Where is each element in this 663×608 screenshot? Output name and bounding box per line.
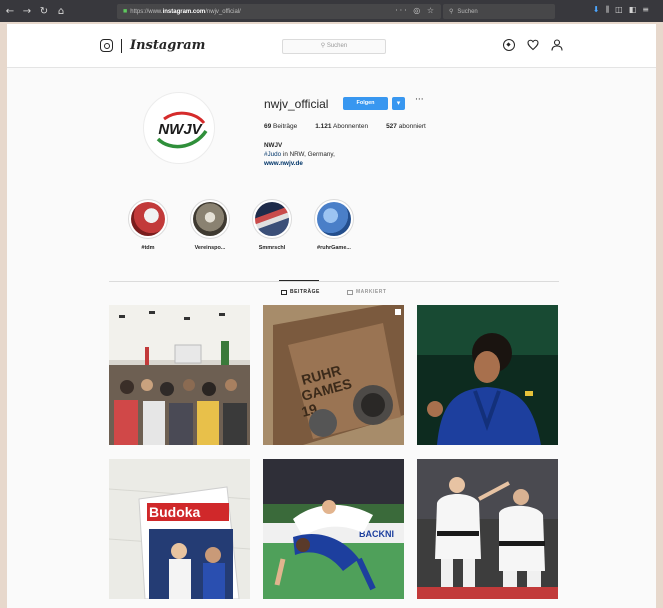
download-icon[interactable]: ⬇	[593, 5, 606, 14]
bio-hashtag[interactable]: #Judo	[264, 151, 281, 158]
search-icon: ⚲	[449, 9, 454, 15]
tab-label: BEITRÄGE	[290, 289, 320, 295]
post-judo-fighters[interactable]	[417, 459, 558, 599]
instagram-camera-icon	[100, 39, 113, 52]
browser-search-input[interactable]: ⚲ Suchen	[443, 4, 555, 19]
bio-line: #Judo in NRW, Germany,	[264, 150, 335, 159]
logo-divider	[121, 38, 122, 53]
highlight-label: Smmrschl	[258, 245, 286, 251]
post-judoka-portrait[interactable]	[417, 305, 558, 445]
highlight-vereinspo[interactable]: Vereinspo...	[187, 199, 233, 251]
ig-header: Instagram ⚲ Suchen	[7, 24, 656, 68]
compass-icon[interactable]	[503, 39, 515, 51]
stat-following[interactable]: 527 abonniert	[386, 123, 426, 130]
bio-text: in NRW, Germany,	[281, 151, 335, 158]
stat-followers[interactable]: 1.121 Abonnenten	[315, 123, 368, 130]
profile-username: nwjv_official	[264, 97, 329, 111]
highlight-tdm[interactable]: #tdm	[125, 199, 171, 251]
post-budoka-magazine[interactable]: Budoka	[109, 459, 250, 599]
highlight-image	[255, 202, 289, 236]
browser-toolbar: ← → ↻ ⌂ ■ https://www. instagram.com/nwjv…	[0, 0, 663, 22]
stat-posts: 69 Beiträge	[264, 123, 298, 130]
highlight-image	[317, 202, 351, 236]
profile-avatar[interactable]: NWJV	[143, 92, 215, 164]
follow-button[interactable]: Folgen	[343, 97, 388, 110]
highlight-label: #tdm	[141, 245, 155, 251]
lock-icon: ■	[123, 8, 128, 15]
url-prefix: https://www.	[130, 8, 163, 15]
url-path: /nwjv_official/	[205, 8, 241, 15]
tab-posts[interactable]: BEITRÄGE	[281, 289, 320, 295]
profile-bio: NWJV #Judo in NRW, Germany, www.nwjv.de	[264, 141, 335, 168]
post-conference-room[interactable]	[109, 305, 250, 445]
post-ruhr-games-magazine[interactable]: RUHR GAMES 19	[263, 305, 404, 445]
reload-icon[interactable]: ↻	[37, 6, 51, 17]
ig-nav-icons	[503, 39, 563, 51]
home-icon[interactable]: ⌂	[54, 6, 68, 17]
post-image	[109, 305, 250, 445]
svg-text:Budoka: Budoka	[149, 504, 201, 520]
menu-icon[interactable]: ≡	[642, 5, 655, 14]
sidebar-icon[interactable]: ◫	[615, 5, 629, 14]
highlight-ring	[252, 199, 292, 239]
grid-icon	[281, 289, 287, 295]
profile-website-link[interactable]: www.nwjv.de	[264, 159, 335, 168]
page-actions[interactable]: ··· ◎ ☆	[395, 6, 436, 15]
address-bar[interactable]: ■ https://www. instagram.com/nwjv_officia…	[117, 4, 441, 19]
post-image: Budoka	[109, 459, 250, 599]
url-domain: instagram.com	[162, 8, 206, 15]
highlight-ring	[314, 199, 354, 239]
more-options-icon[interactable]: ···	[415, 95, 424, 105]
highlight-ring	[190, 199, 230, 239]
post-image	[417, 459, 558, 599]
instagram-page: Instagram ⚲ Suchen NWJV nwjv_official Fo…	[7, 24, 656, 608]
browser-tool-icons: ⬇⫼◫◧≡	[593, 5, 655, 15]
ig-search-placeholder: Suchen	[326, 43, 348, 49]
tab-tagged[interactable]: MARKIERT	[347, 289, 386, 295]
browser-search-placeholder: Suchen	[457, 8, 478, 15]
post-image: RUHR GAMES 19	[263, 305, 404, 445]
active-tab-indicator	[279, 280, 319, 281]
tag-icon	[347, 289, 353, 295]
highlight-ruhrgames[interactable]: #ruhrGame...	[311, 199, 357, 251]
tabs-divider	[109, 281, 559, 282]
post-judo-throw[interactable]: BACKNI	[263, 459, 404, 599]
heart-icon[interactable]	[527, 39, 539, 51]
library-icon[interactable]: ⫼	[605, 5, 615, 14]
profile-name: NWJV	[264, 142, 283, 149]
highlight-label: Vereinspo...	[194, 245, 226, 251]
tab-label: MARKIERT	[356, 289, 387, 295]
ig-logo[interactable]: Instagram	[100, 38, 205, 53]
avatar-text: NWJV	[158, 121, 203, 138]
extension-icon[interactable]: ◧	[629, 5, 643, 14]
post-image: BACKNI	[263, 459, 404, 599]
nwjv-logo: NWJV	[156, 111, 208, 149]
highlight-smmrschl[interactable]: Smmrschl	[249, 199, 295, 251]
post-image	[417, 305, 558, 445]
highlight-image	[131, 202, 165, 236]
highlight-label: #ruhrGame...	[317, 245, 351, 251]
suggestions-dropdown-button[interactable]: ▾	[392, 97, 405, 110]
instagram-wordmark: Instagram	[130, 38, 206, 53]
back-icon[interactable]: ←	[3, 6, 17, 17]
user-icon[interactable]	[551, 39, 563, 51]
profile-stats: 69 Beiträge 1.121 Abonnenten 527 abonnie…	[264, 123, 444, 130]
ig-search-input[interactable]: ⚲ Suchen	[282, 39, 386, 54]
highlight-image	[193, 202, 227, 236]
forward-icon[interactable]: →	[20, 6, 34, 17]
highlight-ring	[128, 199, 168, 239]
